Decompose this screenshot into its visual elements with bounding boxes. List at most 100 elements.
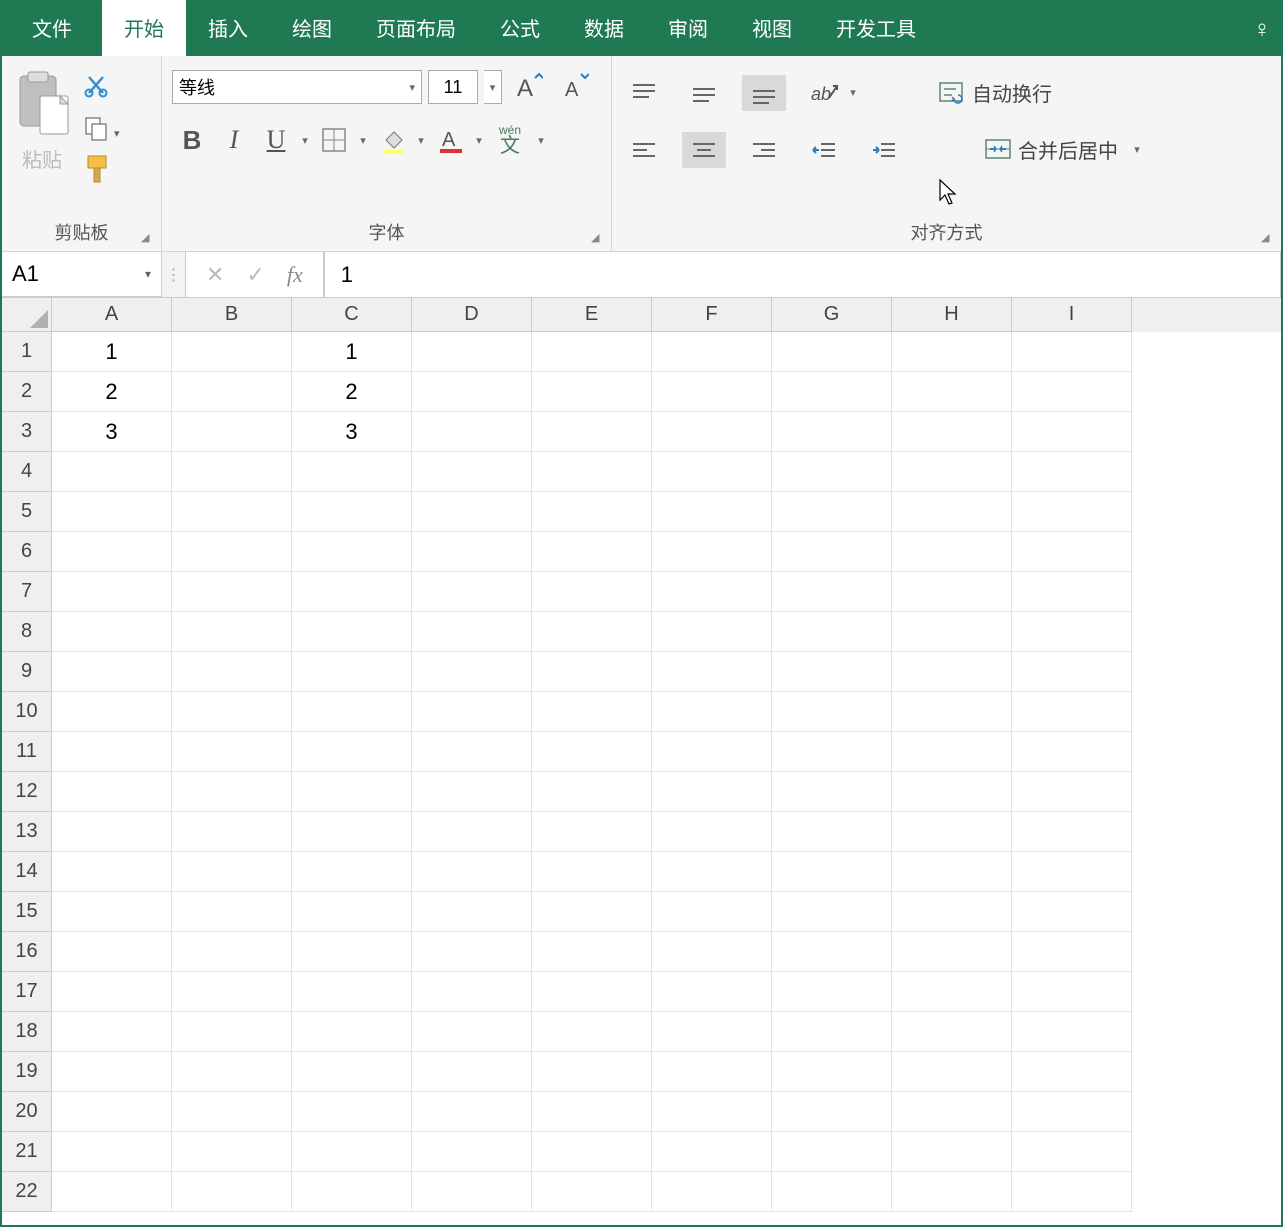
cell-E18[interactable]	[532, 1012, 652, 1052]
cell-F19[interactable]	[652, 1052, 772, 1092]
cell-E9[interactable]	[532, 652, 652, 692]
phonetic-dropdown[interactable]: ▾	[534, 134, 548, 147]
cell-G4[interactable]	[772, 452, 892, 492]
format-painter-button[interactable]	[78, 154, 114, 186]
cell-I21[interactable]	[1012, 1132, 1132, 1172]
cell-I2[interactable]	[1012, 372, 1132, 412]
cell-G2[interactable]	[772, 372, 892, 412]
cell-B5[interactable]	[172, 492, 292, 532]
cell-I7[interactable]	[1012, 572, 1132, 612]
cell-G3[interactable]	[772, 412, 892, 452]
paste-icon[interactable]	[12, 70, 72, 140]
cell-A2[interactable]: 2	[52, 372, 172, 412]
cell-B22[interactable]	[172, 1172, 292, 1212]
cell-E4[interactable]	[532, 452, 652, 492]
column-header-E[interactable]: E	[532, 298, 652, 332]
cell-I5[interactable]	[1012, 492, 1132, 532]
cell-G7[interactable]	[772, 572, 892, 612]
column-header-G[interactable]: G	[772, 298, 892, 332]
cell-I11[interactable]	[1012, 732, 1132, 772]
cell-H7[interactable]	[892, 572, 1012, 612]
cell-G20[interactable]	[772, 1092, 892, 1132]
cell-C13[interactable]	[292, 812, 412, 852]
row-header-9[interactable]: 9	[2, 652, 52, 692]
cell-I6[interactable]	[1012, 532, 1132, 572]
cell-A22[interactable]	[52, 1172, 172, 1212]
font-size-select[interactable]: 11	[428, 70, 478, 104]
font-name-select[interactable]: 等线 ▾	[172, 70, 422, 104]
cell-F18[interactable]	[652, 1012, 772, 1052]
cell-I17[interactable]	[1012, 972, 1132, 1012]
cell-C21[interactable]	[292, 1132, 412, 1172]
underline-button[interactable]: U	[256, 120, 296, 160]
cell-H1[interactable]	[892, 332, 1012, 372]
cell-G9[interactable]	[772, 652, 892, 692]
cell-H14[interactable]	[892, 852, 1012, 892]
align-left-button[interactable]	[622, 132, 666, 168]
cell-B19[interactable]	[172, 1052, 292, 1092]
cell-E3[interactable]	[532, 412, 652, 452]
cell-B14[interactable]	[172, 852, 292, 892]
cell-B16[interactable]	[172, 932, 292, 972]
decrease-font-size-button[interactable]: A	[554, 70, 594, 104]
cell-G14[interactable]	[772, 852, 892, 892]
cell-G13[interactable]	[772, 812, 892, 852]
row-header-7[interactable]: 7	[2, 572, 52, 612]
cell-C17[interactable]	[292, 972, 412, 1012]
row-header-5[interactable]: 5	[2, 492, 52, 532]
cell-E12[interactable]	[532, 772, 652, 812]
cell-I14[interactable]	[1012, 852, 1132, 892]
cell-A5[interactable]	[52, 492, 172, 532]
cell-A17[interactable]	[52, 972, 172, 1012]
cell-B20[interactable]	[172, 1092, 292, 1132]
tab-view[interactable]: 视图	[730, 0, 814, 56]
cell-B4[interactable]	[172, 452, 292, 492]
cell-H4[interactable]	[892, 452, 1012, 492]
increase-indent-button[interactable]	[862, 132, 906, 168]
cell-A13[interactable]	[52, 812, 172, 852]
column-header-A[interactable]: A	[52, 298, 172, 332]
cell-F21[interactable]	[652, 1132, 772, 1172]
cell-F1[interactable]	[652, 332, 772, 372]
cell-A20[interactable]	[52, 1092, 172, 1132]
borders-button[interactable]	[314, 120, 354, 160]
row-header-14[interactable]: 14	[2, 852, 52, 892]
cell-C10[interactable]	[292, 692, 412, 732]
cell-E10[interactable]	[532, 692, 652, 732]
formula-input[interactable]: 1	[324, 252, 1281, 297]
cell-I13[interactable]	[1012, 812, 1132, 852]
cell-H13[interactable]	[892, 812, 1012, 852]
cell-E21[interactable]	[532, 1132, 652, 1172]
accept-formula-button[interactable]: ✓	[246, 262, 264, 288]
cell-E8[interactable]	[532, 612, 652, 652]
cell-D7[interactable]	[412, 572, 532, 612]
row-header-18[interactable]: 18	[2, 1012, 52, 1052]
cell-I16[interactable]	[1012, 932, 1132, 972]
cell-D22[interactable]	[412, 1172, 532, 1212]
cell-H20[interactable]	[892, 1092, 1012, 1132]
cell-E14[interactable]	[532, 852, 652, 892]
cell-C11[interactable]	[292, 732, 412, 772]
cell-D3[interactable]	[412, 412, 532, 452]
cell-F16[interactable]	[652, 932, 772, 972]
cell-B11[interactable]	[172, 732, 292, 772]
cell-E5[interactable]	[532, 492, 652, 532]
cell-E22[interactable]	[532, 1172, 652, 1212]
cell-H6[interactable]	[892, 532, 1012, 572]
tab-insert[interactable]: 插入	[186, 0, 270, 56]
merge-dropdown[interactable]: ▾	[1130, 143, 1144, 156]
cell-C5[interactable]	[292, 492, 412, 532]
cell-H22[interactable]	[892, 1172, 1012, 1212]
cell-I3[interactable]	[1012, 412, 1132, 452]
cell-A18[interactable]	[52, 1012, 172, 1052]
column-header-D[interactable]: D	[412, 298, 532, 332]
cell-F8[interactable]	[652, 612, 772, 652]
row-header-19[interactable]: 19	[2, 1052, 52, 1092]
cell-F9[interactable]	[652, 652, 772, 692]
row-header-11[interactable]: 11	[2, 732, 52, 772]
row-header-12[interactable]: 12	[2, 772, 52, 812]
cell-C8[interactable]	[292, 612, 412, 652]
cell-I18[interactable]	[1012, 1012, 1132, 1052]
cell-A6[interactable]	[52, 532, 172, 572]
fill-color-button[interactable]	[372, 120, 412, 160]
